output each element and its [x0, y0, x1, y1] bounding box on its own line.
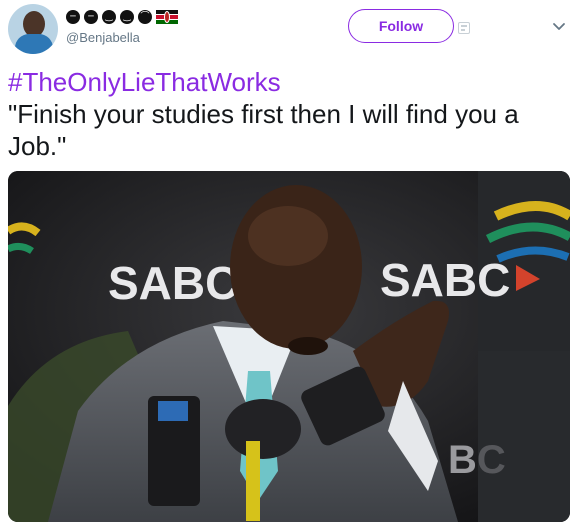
photo-scene: SABC SABC BC	[8, 171, 570, 522]
display-name[interactable]: ─ ─ ‿ ‿ ⌒	[66, 6, 178, 28]
follow-button[interactable]: Follow	[348, 9, 454, 43]
avatar-body	[15, 34, 53, 54]
expressionless-face-emoji: ─	[84, 10, 98, 24]
neutral-face-emoji: ‿	[120, 10, 134, 24]
expressionless-face-emoji: ─	[66, 10, 80, 24]
chevron-down-icon[interactable]	[552, 20, 566, 34]
sabc-logo-right: SABC	[380, 254, 510, 306]
microphone-center	[225, 399, 301, 459]
neutral-face-emoji: ‿	[102, 10, 116, 24]
tweet-header: ─ ─ ‿ ‿ ⌒ @Benjabella Follow	[0, 0, 578, 60]
user-handle[interactable]: @Benjabella	[66, 30, 140, 45]
kenya-flag	[156, 10, 178, 25]
tweet-text: "Finish your studies first then I will f…	[8, 99, 519, 161]
hashtag-link[interactable]: #TheOnlyLieThatWorks	[8, 66, 281, 98]
frowning-face-emoji: ⌒	[138, 10, 152, 24]
more-icon	[458, 22, 470, 34]
avatar[interactable]	[8, 4, 58, 54]
tweet-photo[interactable]: SABC SABC BC	[8, 171, 570, 522]
sabc-logo-left: SABC	[108, 257, 238, 309]
